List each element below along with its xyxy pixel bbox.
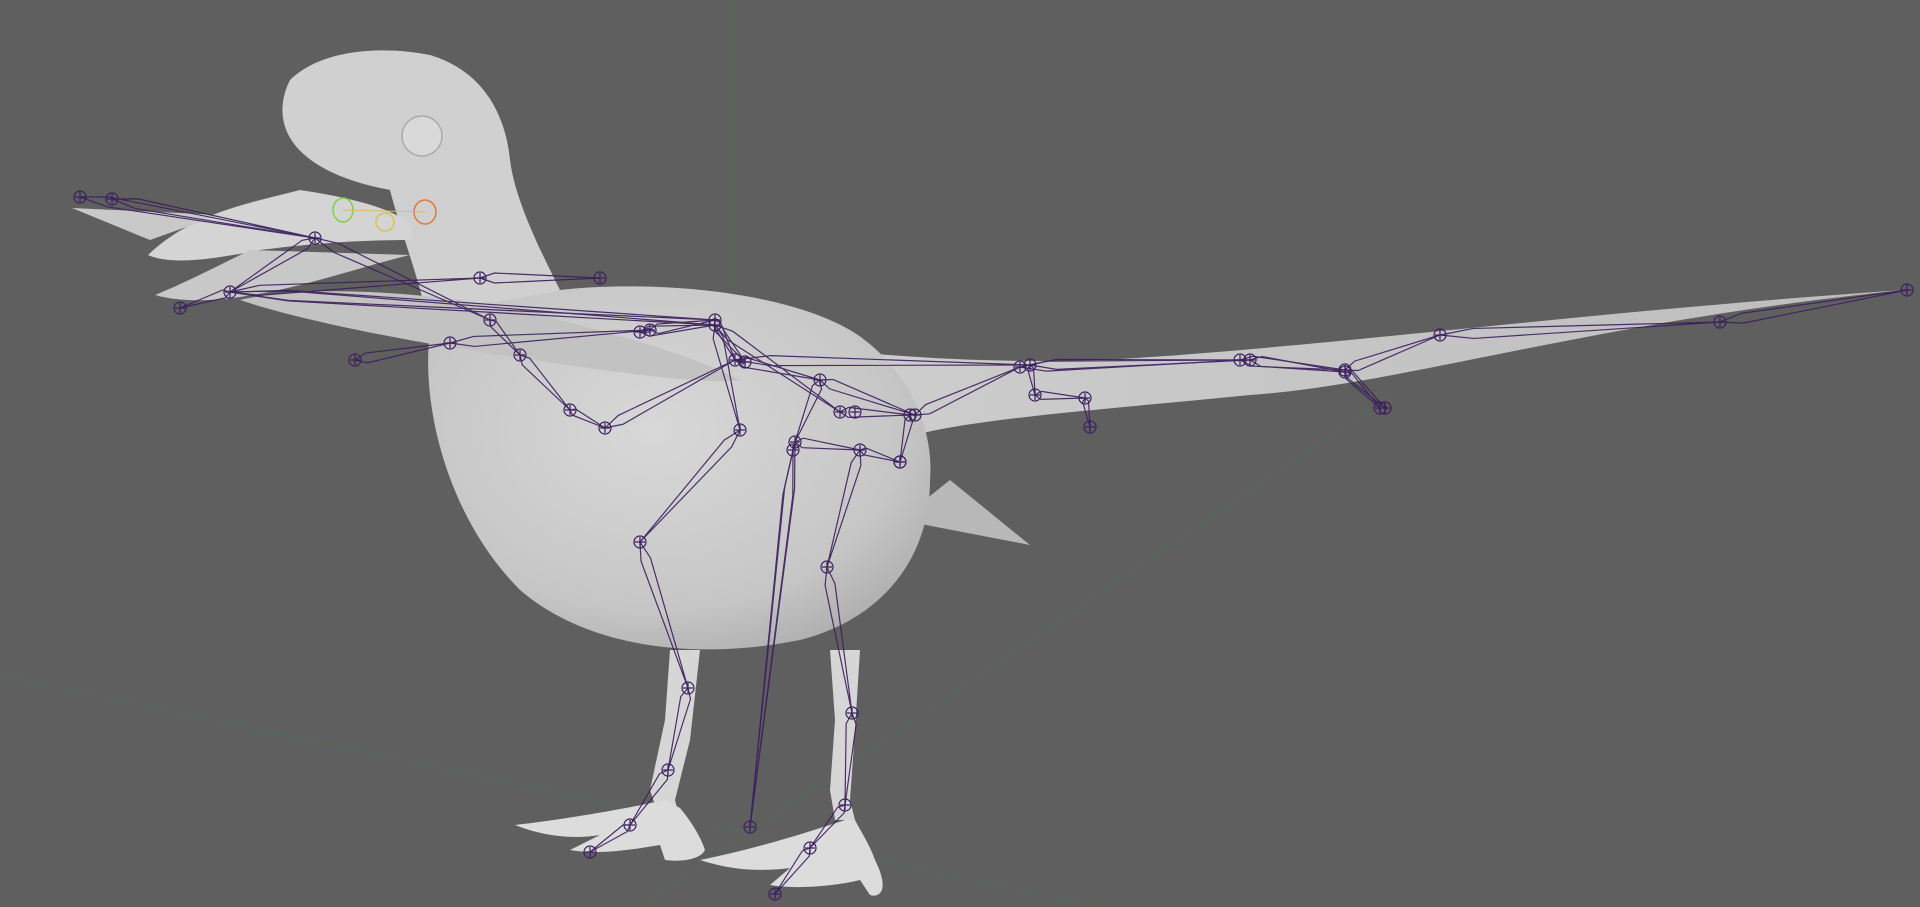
joint-tail6[interactable] xyxy=(1900,283,1914,297)
joint-throat[interactable] xyxy=(483,313,497,327)
joint-wingF[interactable] xyxy=(1028,388,1042,402)
joint-wingE[interactable] xyxy=(1023,358,1037,372)
joint-extra4[interactable] xyxy=(848,405,862,419)
joint-wingJ[interactable] xyxy=(1338,365,1352,379)
joint-beakA[interactable] xyxy=(105,192,119,206)
joint-foot3[interactable] xyxy=(803,841,817,855)
joint-tail4[interactable] xyxy=(1433,328,1447,342)
joint-wingG[interactable] xyxy=(1078,391,1092,405)
duck-head-mesh xyxy=(282,50,560,331)
joint-toe1[interactable] xyxy=(661,763,675,777)
joint-ankle1[interactable] xyxy=(681,681,695,695)
joint-spine2[interactable] xyxy=(813,373,827,387)
viewport-canvas[interactable] xyxy=(0,0,1920,907)
joint-extra3[interactable] xyxy=(893,455,907,469)
duck-foot-left xyxy=(515,800,705,861)
joint-wingA[interactable] xyxy=(348,353,362,367)
joint-head[interactable] xyxy=(473,271,487,285)
joint-foot1b[interactable] xyxy=(583,845,597,859)
joint-wingB[interactable] xyxy=(443,336,457,350)
3d-viewport[interactable] xyxy=(0,0,1920,907)
joint-beakRoot[interactable] xyxy=(308,231,322,245)
joint-extra1[interactable] xyxy=(833,405,847,419)
joint-knee2[interactable] xyxy=(633,535,647,549)
duck-eye xyxy=(401,115,443,157)
joint-hip[interactable] xyxy=(788,435,802,449)
grid-axis-x xyxy=(0,674,1101,907)
joint-knee1[interactable] xyxy=(733,423,747,437)
duck-foot-right xyxy=(700,820,883,896)
joint-mid1[interactable] xyxy=(786,443,800,457)
joint-extra2[interactable] xyxy=(903,408,917,422)
joint-wingH[interactable] xyxy=(1083,420,1097,434)
joint-spine1[interactable] xyxy=(728,353,742,367)
joint-foot3b[interactable] xyxy=(768,887,782,901)
joint-neck2[interactable] xyxy=(563,403,577,417)
joint-neck3[interactable] xyxy=(598,421,612,435)
joint-ankle3[interactable] xyxy=(845,706,859,720)
joint-wingK[interactable] xyxy=(1373,401,1387,415)
joint-jaw[interactable] xyxy=(223,285,237,299)
joint-beakTip[interactable] xyxy=(73,190,87,204)
duck-leg-left xyxy=(650,650,700,820)
joint-wingC[interactable] xyxy=(643,323,657,337)
joint-hipR[interactable] xyxy=(853,443,867,457)
joint-jawL[interactable] xyxy=(173,301,187,315)
joint-mid2[interactable] xyxy=(743,820,757,834)
joint-knee3[interactable] xyxy=(820,560,834,574)
joint-neck1[interactable] xyxy=(513,348,527,362)
joint-head2[interactable] xyxy=(593,271,607,285)
joint-wingD[interactable] xyxy=(708,313,722,327)
joint-wingI[interactable] xyxy=(1243,353,1257,367)
duck-mesh-icon[interactable] xyxy=(72,50,1905,896)
joint-foot1[interactable] xyxy=(623,818,637,832)
joint-tail5[interactable] xyxy=(1713,315,1727,329)
joint-toe3[interactable] xyxy=(838,798,852,812)
